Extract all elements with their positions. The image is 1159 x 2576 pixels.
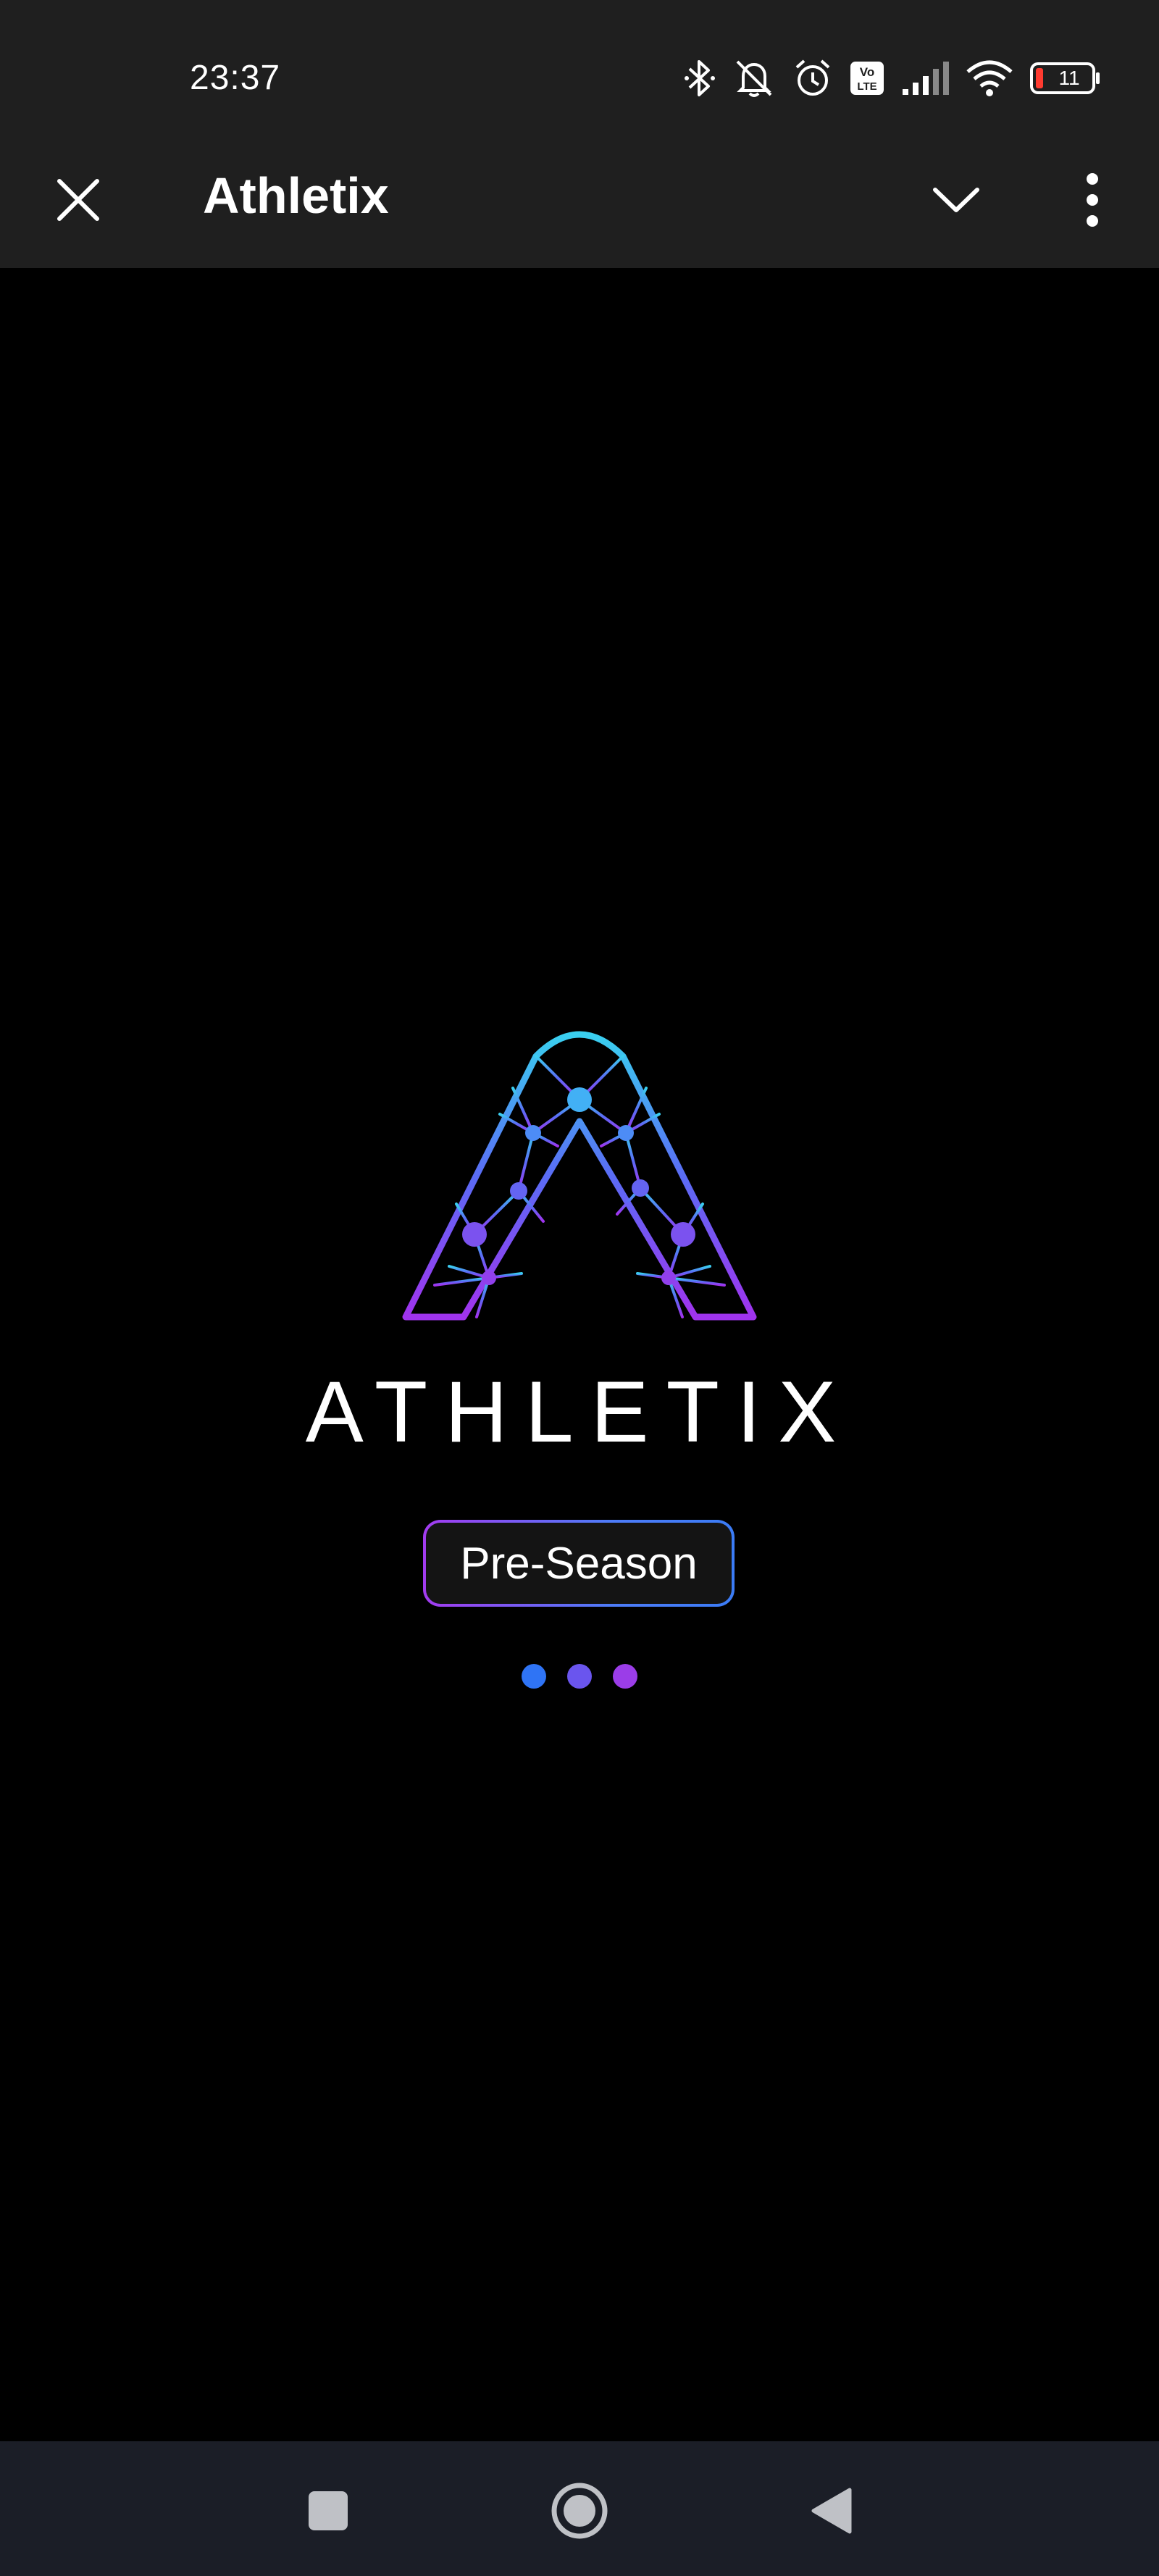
bluetooth-icon <box>684 57 716 99</box>
battery-level: 11 <box>1058 67 1080 89</box>
brand-wordmark: ATHLETIX <box>306 1369 854 1456</box>
chevron-down-icon <box>933 188 979 212</box>
status-icons: Vo LTE 11 <box>684 57 1101 100</box>
season-badge-label: Pre-Season <box>426 1523 732 1604</box>
season-badge: Pre-Season <box>423 1520 735 1607</box>
alarm-icon <box>792 57 833 99</box>
loading-dot <box>522 1664 546 1689</box>
close-icon <box>57 179 99 221</box>
system-nav-bar <box>0 2441 1159 2576</box>
expand-button[interactable] <box>921 165 991 235</box>
svg-text:LTE: LTE <box>857 80 876 93</box>
splash-screen <box>0 268 1159 2441</box>
silent-icon <box>732 57 777 99</box>
loading-dot <box>613 1664 637 1689</box>
brand-wordmark-text: ATHLETIX <box>306 1369 854 1456</box>
recents-button[interactable] <box>285 2467 372 2554</box>
loading-indicator <box>522 1663 637 1689</box>
signal-icon <box>901 60 949 96</box>
athletix-logo-icon <box>402 1030 757 1321</box>
more-vert-icon <box>1087 173 1098 227</box>
back-triangle-icon <box>811 2488 852 2534</box>
battery-icon: 11 <box>1030 61 1101 96</box>
home-circle-icon <box>551 2483 608 2539</box>
close-button[interactable] <box>43 165 113 235</box>
more-options-button[interactable] <box>1058 165 1127 235</box>
status-bar: 23:37 Vo LTE 11 <box>0 0 1159 138</box>
app-title: Athletix <box>203 167 389 224</box>
status-time: 23:37 <box>190 59 281 97</box>
wifi-icon <box>965 59 1014 98</box>
home-button[interactable] <box>536 2467 623 2554</box>
svg-text:Vo: Vo <box>860 65 874 79</box>
recents-square-icon <box>309 2491 348 2530</box>
loading-dot <box>567 1664 592 1689</box>
volte-icon: Vo LTE <box>849 60 885 96</box>
back-button[interactable] <box>787 2467 874 2554</box>
app-bar: Athletix <box>0 138 1159 268</box>
